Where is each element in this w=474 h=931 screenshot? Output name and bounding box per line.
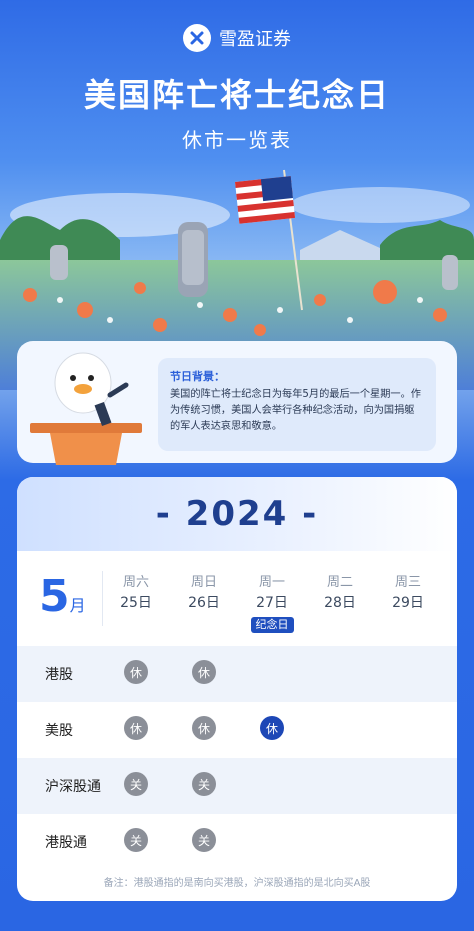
- x-logo-icon: [183, 24, 211, 52]
- month-unit: 月: [69, 596, 86, 615]
- weekday: 周一: [258, 575, 285, 590]
- duck-mascot-podium-icon: [30, 352, 142, 465]
- status-badge: 休: [192, 660, 216, 684]
- day-column: 周一 27日 纪念日: [242, 573, 302, 635]
- weekday: 周六: [122, 575, 149, 590]
- row-label: 港股通: [45, 835, 87, 851]
- brand-name: 雪盈证券: [219, 29, 291, 50]
- month-label: 5月: [39, 571, 86, 622]
- date: 26日: [188, 595, 220, 611]
- day-column: 周二 28日: [310, 573, 370, 613]
- background-bubble: 节日背景： 美国的阵亡将士纪念日为每年5月的最后一个星期一。作为传统习惯，美国人…: [158, 358, 436, 451]
- day-column: 周三 29日: [378, 573, 438, 613]
- row-label: 沪深股通: [45, 779, 101, 795]
- row-label: 美股: [45, 723, 73, 739]
- memorial-day-tag: 纪念日: [250, 617, 294, 633]
- divider: [102, 571, 103, 626]
- market-row-hk-connect: 港股通 关 关: [17, 814, 457, 870]
- status-badge: 休: [192, 716, 216, 740]
- background-text: 美国的阵亡将士纪念日为每年5月的最后一个星期一。作为传统习惯，美国人会举行各种纪…: [170, 389, 421, 432]
- date: 28日: [324, 595, 356, 611]
- weekday: 周日: [190, 575, 217, 590]
- month-number: 5: [39, 571, 70, 622]
- page-subtitle: 休市一览表: [182, 128, 292, 152]
- page-title: 美国阵亡将士纪念日: [83, 76, 390, 114]
- status-badge: 关: [124, 828, 148, 852]
- weekday: 周二: [326, 575, 353, 590]
- market-row-hk: 港股 休 休: [17, 646, 457, 702]
- year-header: - 2024 -: [17, 477, 457, 551]
- row-label: 港股: [45, 667, 73, 683]
- holiday-poster: 雪盈证券 美国阵亡将士纪念日 休市一览表 节日背景： 美国的阵亡将士纪念日为每年…: [0, 0, 474, 931]
- schedule-card: - 2024 - 5月 周六 25日 周日 26日 周一 27日 纪念日 周二 …: [17, 477, 457, 901]
- brand-logo: 雪盈证券: [0, 24, 474, 52]
- date: 27日: [256, 595, 288, 611]
- date: 29日: [392, 595, 424, 611]
- status-badge: 休: [124, 660, 148, 684]
- status-badge: 休: [124, 716, 148, 740]
- day-column: 周日 26日: [174, 573, 234, 613]
- date: 25日: [120, 595, 152, 611]
- status-badge: 关: [192, 828, 216, 852]
- status-badge: 休: [260, 716, 284, 740]
- background-heading: 节日背景：: [170, 370, 225, 383]
- weekday: 周三: [394, 575, 421, 590]
- date-header: 5月 周六 25日 周日 26日 周一 27日 纪念日 周二 28日 周三 29…: [17, 551, 457, 646]
- footnote: 备注：港股通指的是南向买港股，沪深股通指的是北向买A股: [103, 878, 371, 889]
- market-row-us: 美股 休 休 休: [17, 702, 457, 758]
- day-column: 周六 25日: [106, 573, 166, 613]
- status-badge: 关: [124, 772, 148, 796]
- market-row-shsz-connect: 沪深股通 关 关: [17, 758, 457, 814]
- status-badge: 关: [192, 772, 216, 796]
